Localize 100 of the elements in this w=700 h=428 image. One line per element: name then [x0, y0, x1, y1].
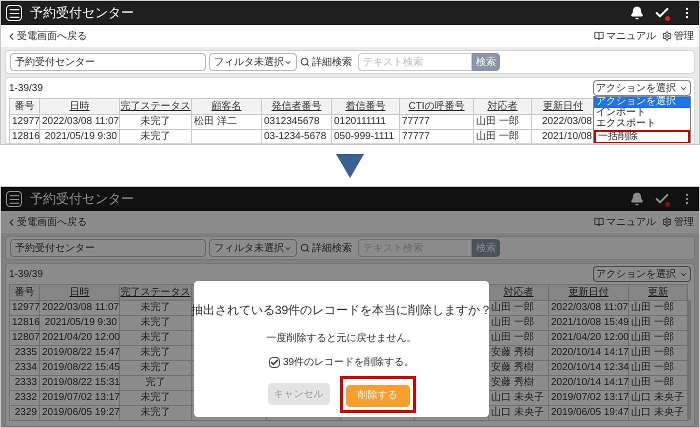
column-header[interactable]: 対応者	[474, 98, 532, 114]
table-cell: 2334	[10, 360, 40, 376]
advanced-search-link[interactable]: 詳細検索	[300, 240, 352, 256]
bell-icon[interactable]	[630, 6, 644, 20]
app-title: 予約受付センター	[30, 190, 134, 208]
column-header[interactable]: 対応者	[488, 284, 548, 300]
table-cell: 12816	[10, 130, 40, 143]
table-cell: 山田 一郎	[628, 300, 688, 316]
checkbox[interactable]	[268, 357, 280, 368]
table-cell: 050-999-1111	[332, 130, 400, 143]
table-cell: 12816	[10, 316, 40, 330]
table-cell: 77777	[400, 114, 474, 130]
table-cell: 山田 一郎	[474, 114, 532, 130]
table-cell: 2019/07/02 13:17	[40, 390, 120, 406]
table-cell: 2021/04/20 12:00	[548, 330, 628, 346]
table-cell: 山田 一郎	[628, 376, 688, 390]
table-cell: 0120111111	[332, 114, 400, 130]
back-link[interactable]: 受電画面へ戻る	[6, 28, 87, 44]
search-icon	[300, 243, 310, 253]
table-cell: 03-1234-5678	[262, 130, 332, 143]
manual-link[interactable]: マニュアル	[594, 214, 656, 230]
table-cell: 山口 未央子	[628, 406, 688, 420]
menu-option[interactable]: 一括削除	[594, 130, 690, 143]
column-header[interactable]: 発信者番号	[262, 98, 332, 114]
column-header[interactable]: 更新	[628, 284, 688, 300]
menu-option[interactable]: エクスポート	[594, 119, 690, 130]
table-cell: 山田 一郎	[628, 330, 688, 346]
admin-link[interactable]: 管理	[662, 28, 694, 44]
table-cell: 山田 一郎	[474, 130, 532, 143]
table-cell: 12977	[10, 300, 40, 316]
action-select[interactable]: アクションを選択	[593, 80, 691, 96]
column-header[interactable]: 日時	[40, 98, 120, 114]
table-cell: 山田 一郎	[628, 360, 688, 376]
center-field[interactable]: 予約受付センター	[10, 53, 206, 71]
admin-link[interactable]: 管理	[662, 214, 694, 230]
check-icon[interactable]	[654, 191, 670, 207]
column-header[interactable]: 完了ステータス	[120, 98, 192, 114]
table-cell: 77777	[400, 130, 474, 143]
table-cell: 未完了	[120, 346, 192, 360]
record-count: 1-39/39	[9, 82, 43, 96]
column-header: 番号	[10, 98, 40, 114]
bell-icon[interactable]	[630, 192, 644, 206]
book-icon	[594, 217, 604, 227]
menu-icon[interactable]	[6, 191, 22, 207]
table-cell: 完了	[120, 376, 192, 390]
table-cell: 2019/08/22 15:47	[40, 346, 120, 360]
table-cell: 2020/10/14 12:34	[548, 360, 628, 376]
dialog-message: 一度削除すると元に戻せません。	[266, 332, 416, 346]
table-cell: 2019/07/02 13:17	[548, 390, 628, 406]
column-header[interactable]: 完了ステータス	[120, 284, 192, 300]
table-cell: 2019/08/22 15:45	[40, 360, 120, 376]
gear-icon	[662, 31, 672, 41]
table-cell: 2020/10/14 14:17	[548, 376, 628, 390]
book-icon	[594, 31, 604, 41]
search-icon	[300, 57, 310, 67]
table-cell: 2329	[10, 406, 40, 420]
table-cell: 松田 洋二	[192, 114, 262, 130]
table-cell: 2333	[10, 376, 40, 390]
back-link[interactable]: 受電画面へ戻る	[6, 214, 87, 230]
table-cell: 2332	[10, 390, 40, 406]
table-cell: 山田 一郎	[628, 346, 688, 360]
text-search-field[interactable]: テキスト検索	[358, 53, 472, 71]
gear-icon	[662, 217, 672, 227]
check-icon[interactable]	[654, 5, 670, 21]
table-cell: 未完了	[120, 114, 192, 130]
table-cell: 山田 一郎	[628, 316, 688, 330]
table-cell: 0312345678	[262, 114, 332, 130]
table-cell: 12977	[10, 114, 40, 130]
column-header[interactable]: 顧客名	[192, 98, 262, 114]
action-select[interactable]: アクションを選択	[593, 266, 691, 282]
table-cell: 2022/03/08 11:07	[40, 114, 120, 130]
menu-option[interactable]: インポート	[594, 108, 690, 119]
menu-icon[interactable]	[6, 5, 22, 21]
table-cell: 未完了	[120, 390, 192, 406]
table-cell: 2019/08/22 15:31	[40, 376, 120, 390]
table-cell: 2021/10/08 15:49	[548, 316, 628, 330]
table-cell: 未完了	[120, 406, 192, 420]
table-cell: 2021/05/19 9:30	[40, 316, 120, 330]
advanced-search-link[interactable]: 詳細検索	[300, 54, 352, 70]
column-header[interactable]: 更新日付	[532, 98, 594, 114]
manual-link[interactable]: マニュアル	[594, 28, 656, 44]
table-cell: 2019/06/05 19:27	[40, 406, 120, 420]
record-count: 1-39/39	[9, 268, 43, 282]
column-header[interactable]: 着信番号	[332, 98, 400, 114]
column-header[interactable]: CTIの呼番号	[400, 98, 474, 114]
app-title: 予約受付センター	[30, 4, 134, 22]
filter-select[interactable]: フィルタ未選択	[209, 239, 297, 257]
center-field[interactable]: 予約受付センター	[10, 239, 206, 257]
filter-select[interactable]: フィルタ未選択	[209, 53, 297, 71]
column-header: 番号	[10, 284, 40, 300]
column-header[interactable]: 日時	[40, 284, 120, 300]
table-cell: 2022/03/08 11:07	[40, 300, 120, 316]
table-cell: 2019/06/05 19:47	[548, 406, 628, 420]
table-cell: 12807	[10, 330, 40, 346]
table-cell: 2022/03/08 11:07	[548, 300, 628, 316]
checkbox-label: 39件のレコードを削除する。	[282, 356, 414, 370]
column-header[interactable]: 更新日付	[548, 284, 628, 300]
menu-option[interactable]: アクションを選択	[594, 97, 690, 108]
table-cell: 2020/10/14 14:17	[548, 346, 628, 360]
table-cell: 未完了	[120, 360, 192, 376]
